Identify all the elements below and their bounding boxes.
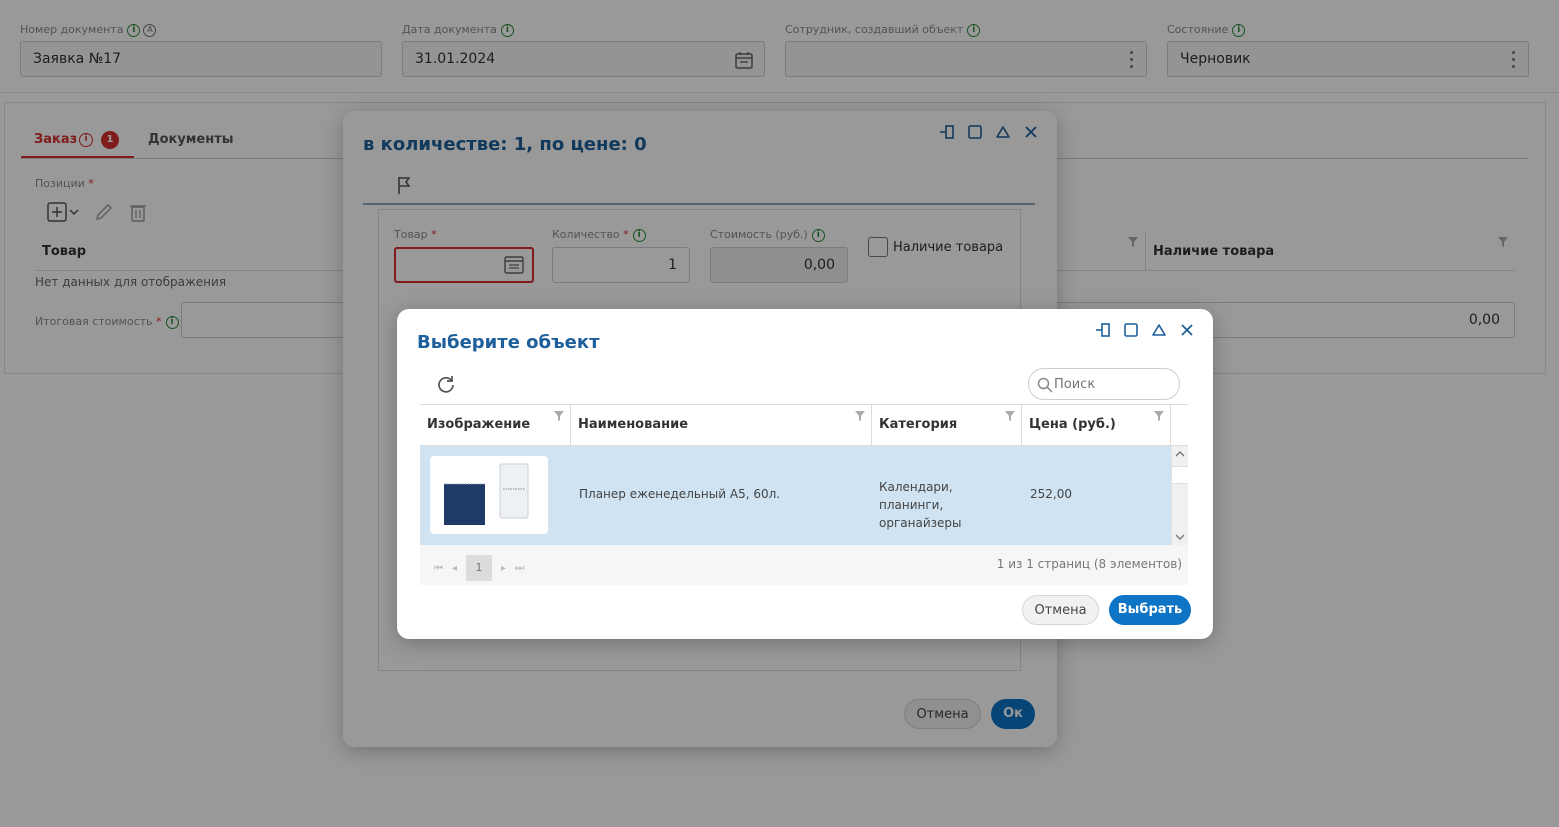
row-category: Календари, планинги, органайзеры: [879, 480, 962, 530]
search-field[interactable]: [1028, 368, 1180, 400]
col-price[interactable]: Цена (руб.): [1022, 405, 1171, 445]
select-button[interactable]: Выбрать: [1109, 595, 1191, 625]
scroll-up-icon[interactable]: [1175, 449, 1185, 459]
search-icon: [1037, 377, 1053, 393]
row-price: 252,00: [1030, 487, 1072, 501]
select-object-dialog: Выберите объект Изображение Наименование…: [397, 309, 1213, 639]
product-thumbnail: [430, 456, 548, 534]
col-name[interactable]: Наименование: [571, 405, 872, 445]
planner-image: [444, 463, 529, 525]
grid-scrollbar[interactable]: [1171, 446, 1188, 545]
scroll-thumb[interactable]: [1172, 466, 1188, 484]
select-dialog-title: Выберите объект: [417, 332, 600, 353]
collapse-icon[interactable]: [1151, 322, 1167, 338]
pager-info: 1 из 1 страниц (8 элементов): [996, 557, 1182, 571]
filter-icon[interactable]: [554, 411, 564, 421]
select-dialog-controls: [1095, 322, 1195, 338]
first-page-icon[interactable]: ⏮: [434, 563, 443, 574]
prev-page-icon[interactable]: ◂: [452, 563, 457, 574]
filter-icon[interactable]: [1154, 411, 1164, 421]
scroll-down-icon[interactable]: [1175, 532, 1185, 542]
cancel-button[interactable]: Отмена: [1022, 595, 1099, 625]
col-category[interactable]: Категория: [872, 405, 1022, 445]
col-image[interactable]: Изображение: [420, 405, 571, 445]
pager: ⏮ ◂ 1 ▸ ⏭: [434, 555, 524, 581]
filter-icon[interactable]: [855, 411, 865, 421]
pin-icon[interactable]: [1095, 322, 1111, 338]
page: Номер документа i A Заявка №17 Дата докуме…: [0, 0, 1559, 827]
grid-header: Изображение Наименование Категория Цена …: [420, 405, 1188, 446]
objects-grid: Изображение Наименование Категория Цена …: [420, 404, 1188, 585]
maximize-icon[interactable]: [1123, 322, 1139, 338]
filter-icon[interactable]: [1005, 411, 1015, 421]
next-page-icon[interactable]: ▸: [501, 563, 506, 574]
last-page-icon[interactable]: ⏭: [515, 563, 524, 574]
page-1-button[interactable]: 1: [466, 555, 493, 581]
search-input[interactable]: [1054, 373, 1164, 395]
refresh-icon[interactable]: [436, 374, 456, 394]
row-name: Планер еженедельный А5, 60л.: [579, 487, 781, 501]
close-icon[interactable]: [1179, 322, 1195, 338]
table-row[interactable]: Планер еженедельный А5, 60л. Календари, …: [420, 446, 1171, 545]
